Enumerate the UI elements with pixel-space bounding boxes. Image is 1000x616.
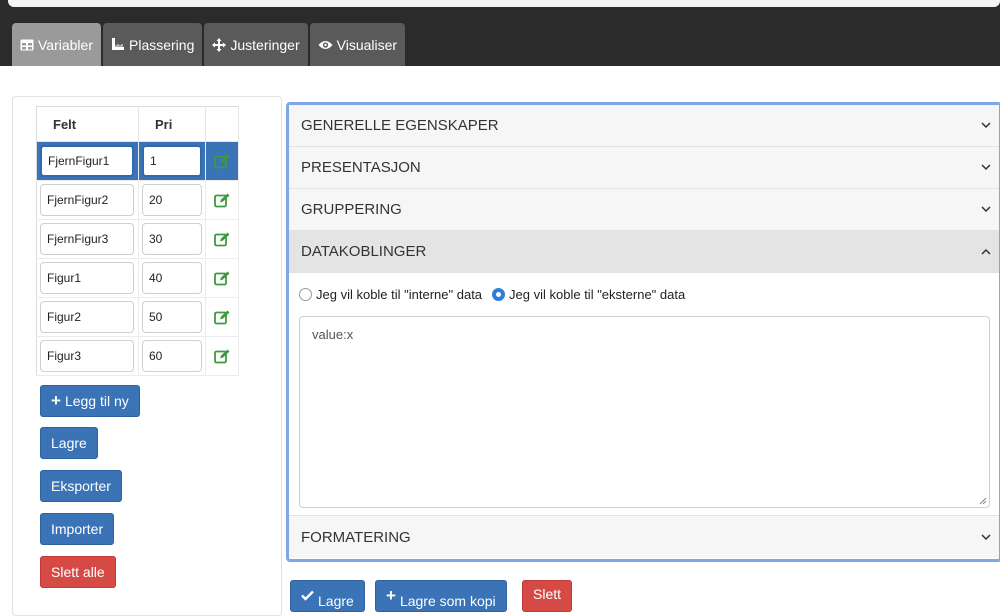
pri-input[interactable] bbox=[142, 223, 202, 255]
data-source-radios: Jeg vil koble til "interne" data Jeg vil… bbox=[299, 287, 685, 302]
bottom-save-label: Lagre bbox=[318, 593, 354, 609]
pri-input[interactable] bbox=[142, 340, 202, 372]
table-row[interactable] bbox=[36, 336, 239, 376]
plus-icon: + bbox=[51, 391, 61, 410]
column-header-pri: Pri bbox=[138, 106, 206, 142]
tab-label: Variabler bbox=[38, 36, 93, 53]
felt-input[interactable] bbox=[40, 301, 134, 333]
top-bar: Variabler Plassering Justeringer Visuali… bbox=[0, 0, 1000, 66]
tab-visualiser[interactable]: Visualiser bbox=[309, 23, 406, 66]
datakoblinger-body: Jeg vil koble til "interne" data Jeg vil… bbox=[289, 273, 999, 516]
section-title: PRESENTASJON bbox=[301, 159, 421, 176]
add-new-label: Legg til ny bbox=[64, 393, 129, 409]
chevron-down-icon bbox=[981, 533, 991, 540]
column-header-felt: Felt bbox=[36, 106, 139, 142]
add-new-button[interactable]: + Legg til ny bbox=[40, 385, 140, 417]
pri-input[interactable] bbox=[142, 262, 202, 294]
edit-icon[interactable] bbox=[214, 271, 230, 286]
pri-input[interactable] bbox=[142, 184, 202, 216]
chevron-down-icon bbox=[981, 206, 991, 213]
chevron-up-icon bbox=[981, 248, 991, 255]
check-icon bbox=[301, 588, 314, 604]
tab-label: Justeringer bbox=[230, 36, 300, 53]
export-button[interactable]: Eksporter bbox=[40, 470, 122, 502]
felt-input[interactable] bbox=[40, 223, 134, 255]
tab-justeringer[interactable]: Justeringer bbox=[204, 23, 308, 66]
edit-icon[interactable] bbox=[214, 154, 230, 169]
plus-icon: + bbox=[386, 586, 396, 605]
table-row[interactable] bbox=[36, 219, 239, 259]
save-as-copy-label: Lagre som kopi bbox=[399, 593, 496, 609]
delete-button[interactable]: Slett bbox=[522, 580, 573, 612]
section-datakoblinger[interactable]: DATAKOBLINGER bbox=[289, 231, 999, 273]
radio-internal[interactable] bbox=[299, 288, 312, 301]
section-presentasjon[interactable]: PRESENTASJON bbox=[289, 147, 999, 189]
table-row[interactable] bbox=[36, 258, 239, 298]
section-title: FORMATERING bbox=[301, 528, 411, 546]
move-icon bbox=[212, 37, 227, 52]
bottom-save-button[interactable]: Lagre bbox=[290, 580, 365, 612]
pri-input[interactable] bbox=[142, 301, 202, 333]
tab-label: Visualiser bbox=[336, 36, 398, 53]
save-as-copy-button[interactable]: + Lagre som kopi bbox=[375, 580, 507, 612]
pri-input[interactable] bbox=[142, 145, 202, 177]
section-title: DATAKOBLINGER bbox=[301, 243, 427, 260]
chevron-down-icon bbox=[981, 122, 991, 129]
edit-icon[interactable] bbox=[214, 193, 230, 208]
radio-external-label: Jeg vil koble til "eksterne" data bbox=[509, 287, 686, 302]
import-button[interactable]: Importer bbox=[40, 513, 115, 545]
section-title: GRUPPERING bbox=[301, 201, 402, 218]
delete-all-button[interactable]: Slett alle bbox=[40, 556, 116, 588]
section-title: GENERELLE EGENSKAPER bbox=[301, 117, 499, 134]
delete-label: Slett bbox=[533, 586, 562, 602]
data-link-textarea[interactable]: value:x bbox=[299, 316, 990, 508]
column-header-actions bbox=[205, 106, 239, 142]
properties-accordion: GENERELLE EGENSKAPER PRESENTASJON GRUPPE… bbox=[286, 102, 1000, 562]
edit-icon[interactable] bbox=[214, 349, 230, 364]
top-input-strip[interactable] bbox=[8, 0, 1000, 7]
tab-bar: Variabler Plassering Justeringer Visuali… bbox=[12, 23, 406, 66]
radio-internal-label: Jeg vil koble til "interne" data bbox=[316, 287, 483, 302]
table-row[interactable] bbox=[36, 141, 239, 181]
resize-grip-icon[interactable] bbox=[979, 497, 987, 505]
edit-icon[interactable] bbox=[214, 310, 230, 325]
tab-plassering[interactable]: Plassering bbox=[103, 23, 203, 66]
felt-input[interactable] bbox=[40, 145, 134, 177]
section-gruppering[interactable]: GRUPPERING bbox=[289, 189, 999, 231]
variables-table: Felt Pri bbox=[36, 106, 239, 376]
table-icon bbox=[20, 39, 34, 51]
edit-icon[interactable] bbox=[214, 232, 230, 247]
eye-icon bbox=[318, 40, 333, 50]
radio-external[interactable] bbox=[492, 288, 506, 301]
table-row[interactable] bbox=[36, 297, 239, 337]
section-generelle-egenskaper[interactable]: GENERELLE EGENSKAPER bbox=[289, 105, 999, 147]
section-formatering[interactable]: FORMATERING bbox=[289, 516, 999, 558]
tab-variabler[interactable]: Variabler bbox=[12, 23, 101, 66]
chevron-down-icon bbox=[981, 164, 991, 171]
ruler-icon bbox=[111, 38, 125, 51]
tab-label: Plassering bbox=[129, 36, 195, 53]
felt-input[interactable] bbox=[40, 262, 134, 294]
felt-input[interactable] bbox=[40, 184, 134, 216]
table-row[interactable] bbox=[36, 180, 239, 220]
felt-input[interactable] bbox=[40, 340, 134, 372]
textarea-value: value:x bbox=[312, 327, 354, 342]
save-button[interactable]: Lagre bbox=[40, 427, 98, 459]
